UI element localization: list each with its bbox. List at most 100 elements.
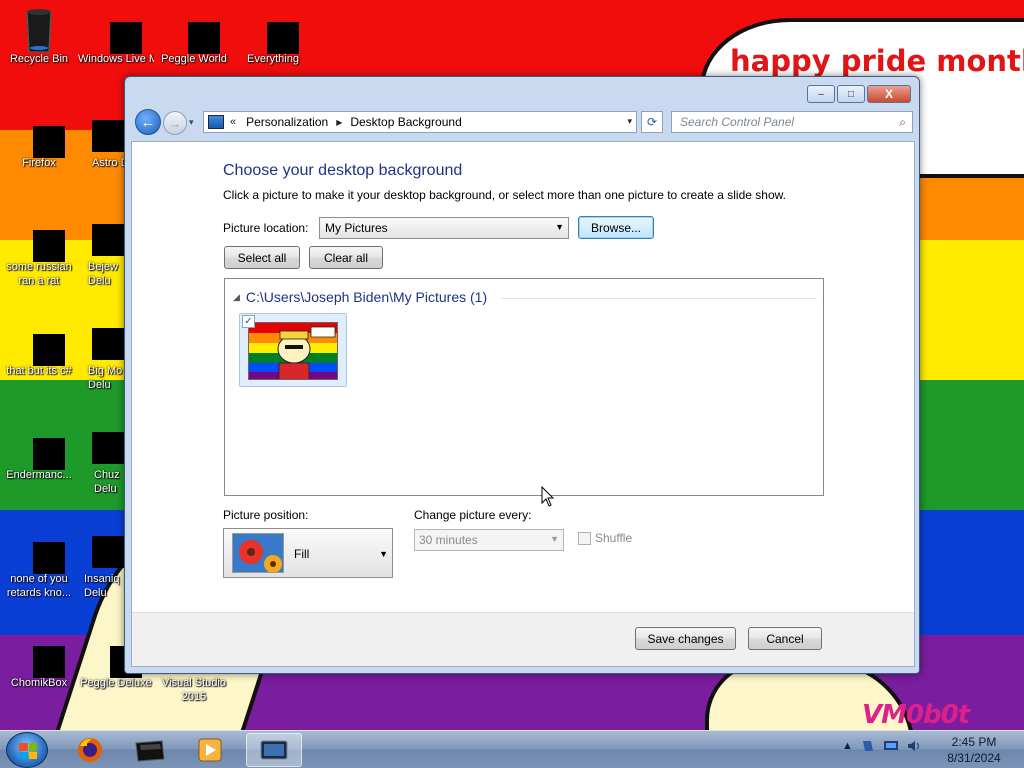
desktop-icon-everything[interactable]: Everything: [235, 8, 311, 66]
mouse-cursor-icon: [541, 486, 555, 507]
media-player-icon: [198, 738, 222, 762]
desktop-icon-recycle-bin[interactable]: Recycle Bin: [1, 8, 77, 66]
change-picture-value: 30 minutes: [419, 533, 478, 547]
show-hidden-icons-icon[interactable]: ▲: [842, 740, 853, 752]
picture-position-value: Fill: [294, 547, 310, 561]
desktop-icon-rat[interactable]: some russian ran a rat: [1, 216, 77, 288]
desktop-icon-label: Astro Delu: [92, 157, 124, 169]
chevron-down-icon: ▼: [379, 549, 388, 559]
action-center-icon[interactable]: [861, 739, 875, 753]
peggle-world-icon: [174, 8, 220, 54]
search-placeholder: Search Control Panel: [680, 115, 795, 129]
clock-time: 2:45 PM: [951, 735, 997, 749]
desktop-icon-label: Firefox: [22, 157, 56, 169]
breadcrumb-desktop-background[interactable]: Desktop Background: [350, 115, 461, 129]
volume-icon[interactable]: [907, 739, 921, 753]
desktop-icon-label: Chuz Delu: [94, 469, 120, 495]
collapse-triangle-icon[interactable]: ◢: [233, 292, 240, 303]
recent-pages-button[interactable]: ▾: [189, 117, 194, 128]
shuffle-checkbox[interactable]: [578, 532, 591, 545]
maximize-button[interactable]: □: [837, 85, 865, 103]
desktop-icon-peggle-world[interactable]: Peggle World: [156, 8, 232, 66]
windows-logo-icon: [19, 743, 37, 759]
group-divider: [501, 298, 817, 299]
desktop-icon-big-money[interactable]: Big Mo Delu: [78, 320, 124, 392]
shuffle-label: Shuffle: [595, 531, 633, 545]
system-clock[interactable]: 2:45 PM 8/31/2024: [942, 734, 1006, 766]
change-picture-select[interactable]: 30 minutes ▼: [414, 529, 564, 551]
start-button[interactable]: [6, 732, 48, 768]
desktop-icon-stack[interactable]: that but its c#: [1, 320, 77, 378]
change-picture-label: Change picture every:: [414, 508, 532, 522]
close-button[interactable]: X: [867, 85, 911, 103]
taskbar-firefox[interactable]: [62, 733, 118, 767]
control-panel-icon: [260, 740, 288, 760]
close-icon: X: [884, 87, 893, 101]
forward-button[interactable]: →: [163, 111, 187, 135]
chevron-down-icon: ▼: [550, 534, 559, 544]
forward-arrow-icon: →: [168, 115, 182, 131]
firefox-icon: [19, 112, 65, 158]
page-title: Choose your desktop background: [223, 162, 463, 179]
wallpaper-thumbnail-image: [248, 322, 338, 380]
flower-preview-icon: [232, 533, 284, 573]
select-all-button[interactable]: Select all: [224, 246, 300, 269]
breadcrumb-overflow-icon[interactable]: «: [230, 116, 236, 128]
breadcrumb-personalization[interactable]: Personalization: [246, 115, 328, 129]
taskbar-explorer[interactable]: [122, 733, 178, 767]
network-icon[interactable]: [883, 739, 899, 753]
taskbar-media-player[interactable]: [182, 733, 238, 767]
content-pane: Choose your desktop background Click a p…: [131, 141, 915, 667]
window-controls: – □ X: [807, 85, 911, 103]
picture-location-select[interactable]: My Pictures ▼: [319, 217, 569, 239]
desktop-icon-label: ChomikBox: [10, 677, 68, 689]
desktop-icon-label: Big Mo Delu: [88, 365, 123, 391]
gallery-group-header[interactable]: ◢ C:\Users\Joseph Biden\My Pictures (1): [233, 289, 487, 305]
save-changes-button[interactable]: Save changes: [635, 627, 736, 650]
desktop-icon-label: Recycle Bin: [9, 53, 69, 65]
picture-position-select[interactable]: Fill ▼: [223, 528, 393, 578]
refresh-button[interactable]: ⟳: [641, 111, 663, 133]
stack-icon: [19, 320, 65, 366]
back-arrow-icon: ←: [140, 113, 156, 131]
clear-all-button[interactable]: Clear all: [309, 246, 383, 269]
back-button[interactable]: ←: [135, 109, 161, 135]
desktop-icon-label: Windows Live Ma: [78, 53, 154, 65]
desktop-icon-firefox[interactable]: Firefox: [1, 112, 77, 170]
minimize-icon: –: [818, 88, 824, 100]
desktop-icon-insaniquarium[interactable]: Insaniq Delu: [78, 528, 124, 600]
desktop-icon-mystery[interactable]: none of you retards kno...: [1, 528, 77, 600]
page-description: Click a picture to make it your desktop …: [223, 188, 786, 202]
clock-date: 8/31/2024: [947, 751, 1001, 765]
browse-button[interactable]: Browse...: [578, 216, 654, 239]
wallpaper-bubble-text: happy pride month: [730, 44, 1024, 78]
minimize-button[interactable]: –: [807, 85, 835, 103]
explorer-icon: [135, 740, 165, 762]
search-icon[interactable]: ⌕: [899, 115, 906, 130]
desktop-icon-chuzzle[interactable]: Chuz Delu: [78, 424, 124, 496]
address-bar[interactable]: « Personalization ▶ Desktop Background ▾: [203, 111, 637, 133]
cancel-button[interactable]: Cancel: [748, 627, 822, 650]
desktop-icon-label: Visual Studio 2015: [161, 677, 226, 703]
search-input[interactable]: Search Control Panel ⌕: [671, 111, 913, 133]
breadcrumb-separator-icon[interactable]: ▶: [336, 118, 342, 127]
picture-thumbnail[interactable]: ✓: [239, 313, 347, 387]
thumbnail-checkbox[interactable]: ✓: [242, 315, 255, 328]
taskbar-control-panel[interactable]: [246, 733, 302, 767]
navigation-bar: ← → ▾ « Personalization ▶ Desktop Backgr…: [133, 109, 913, 135]
desktop-icon-bejeweled[interactable]: Bejew Delu: [78, 216, 124, 288]
picture-position-label: Picture position:: [223, 508, 309, 522]
enderman-icon: [19, 424, 65, 470]
picture-gallery[interactable]: ◢ C:\Users\Joseph Biden\My Pictures (1): [224, 278, 824, 496]
desktop-icon-astro[interactable]: Astro Delu: [78, 112, 124, 170]
desktop-icon-label: Bejew Delu: [88, 261, 118, 287]
desktop-icon-label: Everything: [247, 53, 299, 65]
address-dropdown-icon[interactable]: ▾: [627, 116, 632, 127]
chomikbox-icon: [19, 632, 65, 678]
desktop-icon-enderman[interactable]: Endermanc...: [1, 424, 77, 482]
everything-icon: [253, 8, 299, 54]
desktop-icon-windows-live-mail[interactable]: Windows Live Ma: [78, 8, 154, 66]
recycle-bin-icon: [19, 8, 59, 53]
desktop-icon-chomikbox[interactable]: ChomikBox: [1, 632, 77, 690]
mystery-icon: [19, 528, 65, 574]
